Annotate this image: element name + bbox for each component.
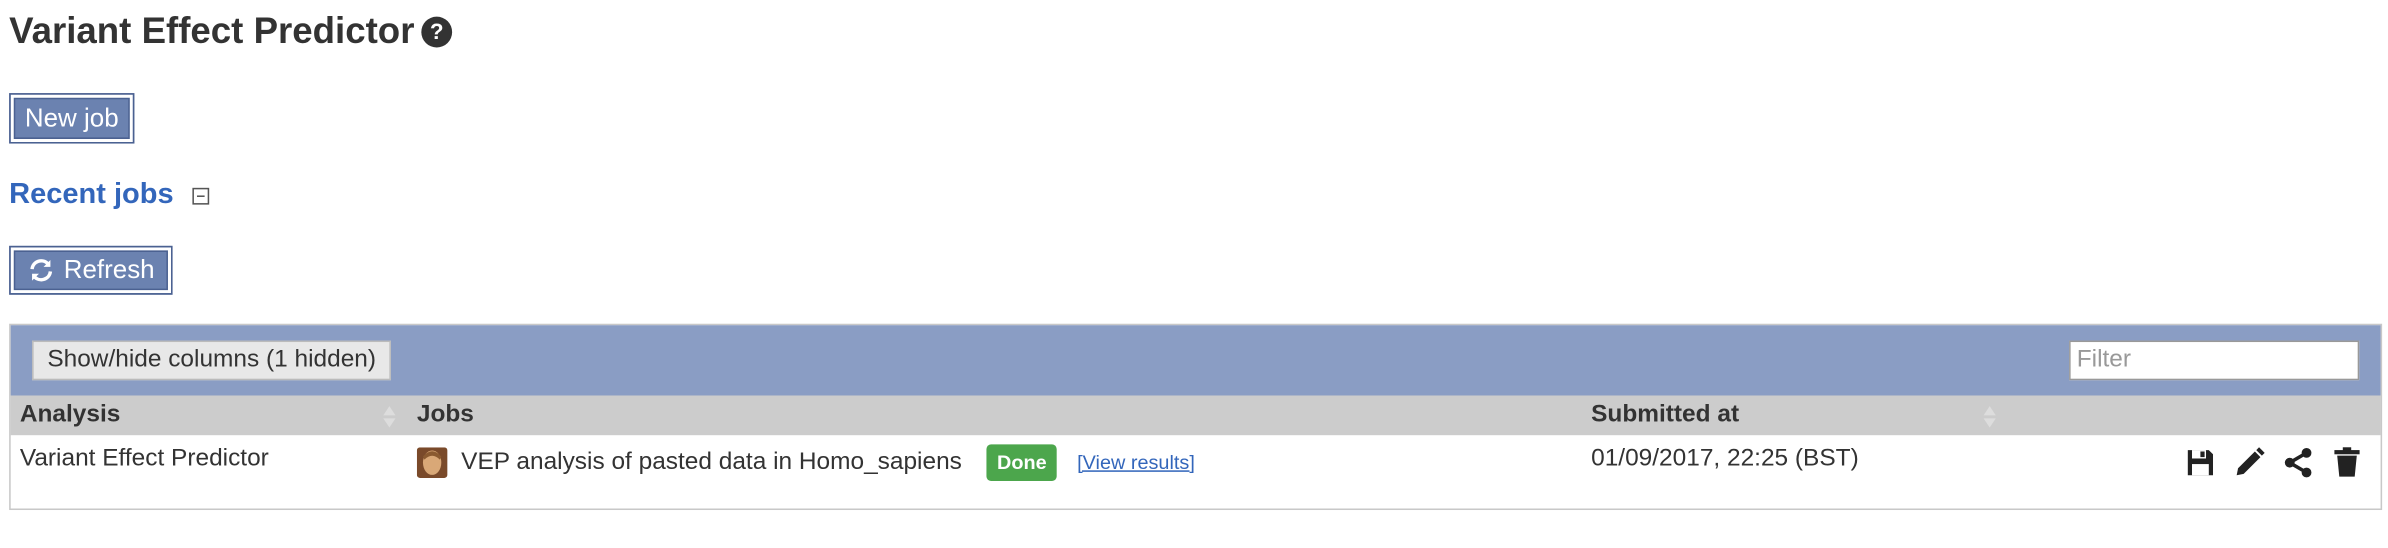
- jobs-cell: VEP analysis of pasted data in Homo_sapi…: [416, 444, 1195, 482]
- show-hide-columns-label: Show/hide columns (1 hidden): [47, 346, 376, 373]
- analysis-cell: Variant Effect Predictor: [19, 445, 269, 472]
- new-job-button[interactable]: New job: [9, 93, 135, 144]
- column-header-jobs: Jobs: [416, 401, 474, 428]
- page: Variant Effect Predictor ? New job Recen…: [0, 0, 2388, 548]
- column-header-submitted[interactable]: Submitted at: [1591, 395, 1739, 435]
- delete-icon[interactable]: [2330, 446, 2364, 480]
- title-row: Variant Effect Predictor ?: [9, 9, 454, 55]
- jobs-table: Show/hide columns (1 hidden) Analysis Jo…: [9, 323, 2383, 511]
- homo-sapiens-icon: [416, 447, 448, 478]
- page-title: Variant Effect Predictor: [9, 10, 415, 52]
- view-results-link[interactable]: [View results]: [1077, 447, 1195, 478]
- table-header: Analysis Jobs Submitted at: [10, 395, 2381, 436]
- refresh-icon: [29, 259, 52, 282]
- new-job-label: New job: [24, 103, 119, 133]
- row-actions: [2184, 446, 2379, 480]
- svg-text:?: ?: [431, 19, 445, 44]
- column-header-analysis[interactable]: Analysis: [20, 395, 120, 435]
- sort-icon[interactable]: [382, 405, 397, 429]
- sort-icon[interactable]: [1982, 405, 1997, 429]
- job-description: VEP analysis of pasted data in Homo_sapi…: [461, 448, 962, 475]
- share-icon[interactable]: [2281, 446, 2315, 480]
- collapse-icon[interactable]: [191, 187, 209, 204]
- submitted-cell: 01/09/2017, 22:25 (BST): [1591, 445, 1859, 472]
- edit-icon[interactable]: [2232, 446, 2266, 480]
- section-title: Recent jobs: [9, 178, 174, 211]
- filter-input[interactable]: [2069, 340, 2360, 381]
- table-row: Variant Effect Predictor VEP analysis of…: [11, 435, 2381, 508]
- table-toolbar: Show/hide columns (1 hidden): [10, 325, 2381, 396]
- save-icon[interactable]: [2184, 446, 2218, 480]
- status-badge: Done: [986, 444, 1058, 482]
- show-hide-columns-button[interactable]: Show/hide columns (1 hidden): [32, 340, 392, 381]
- recent-jobs-header: Recent jobs: [9, 179, 209, 213]
- refresh-label: Refresh: [63, 255, 155, 285]
- help-circle-icon[interactable]: ?: [421, 15, 455, 49]
- refresh-button[interactable]: Refresh: [9, 245, 173, 295]
